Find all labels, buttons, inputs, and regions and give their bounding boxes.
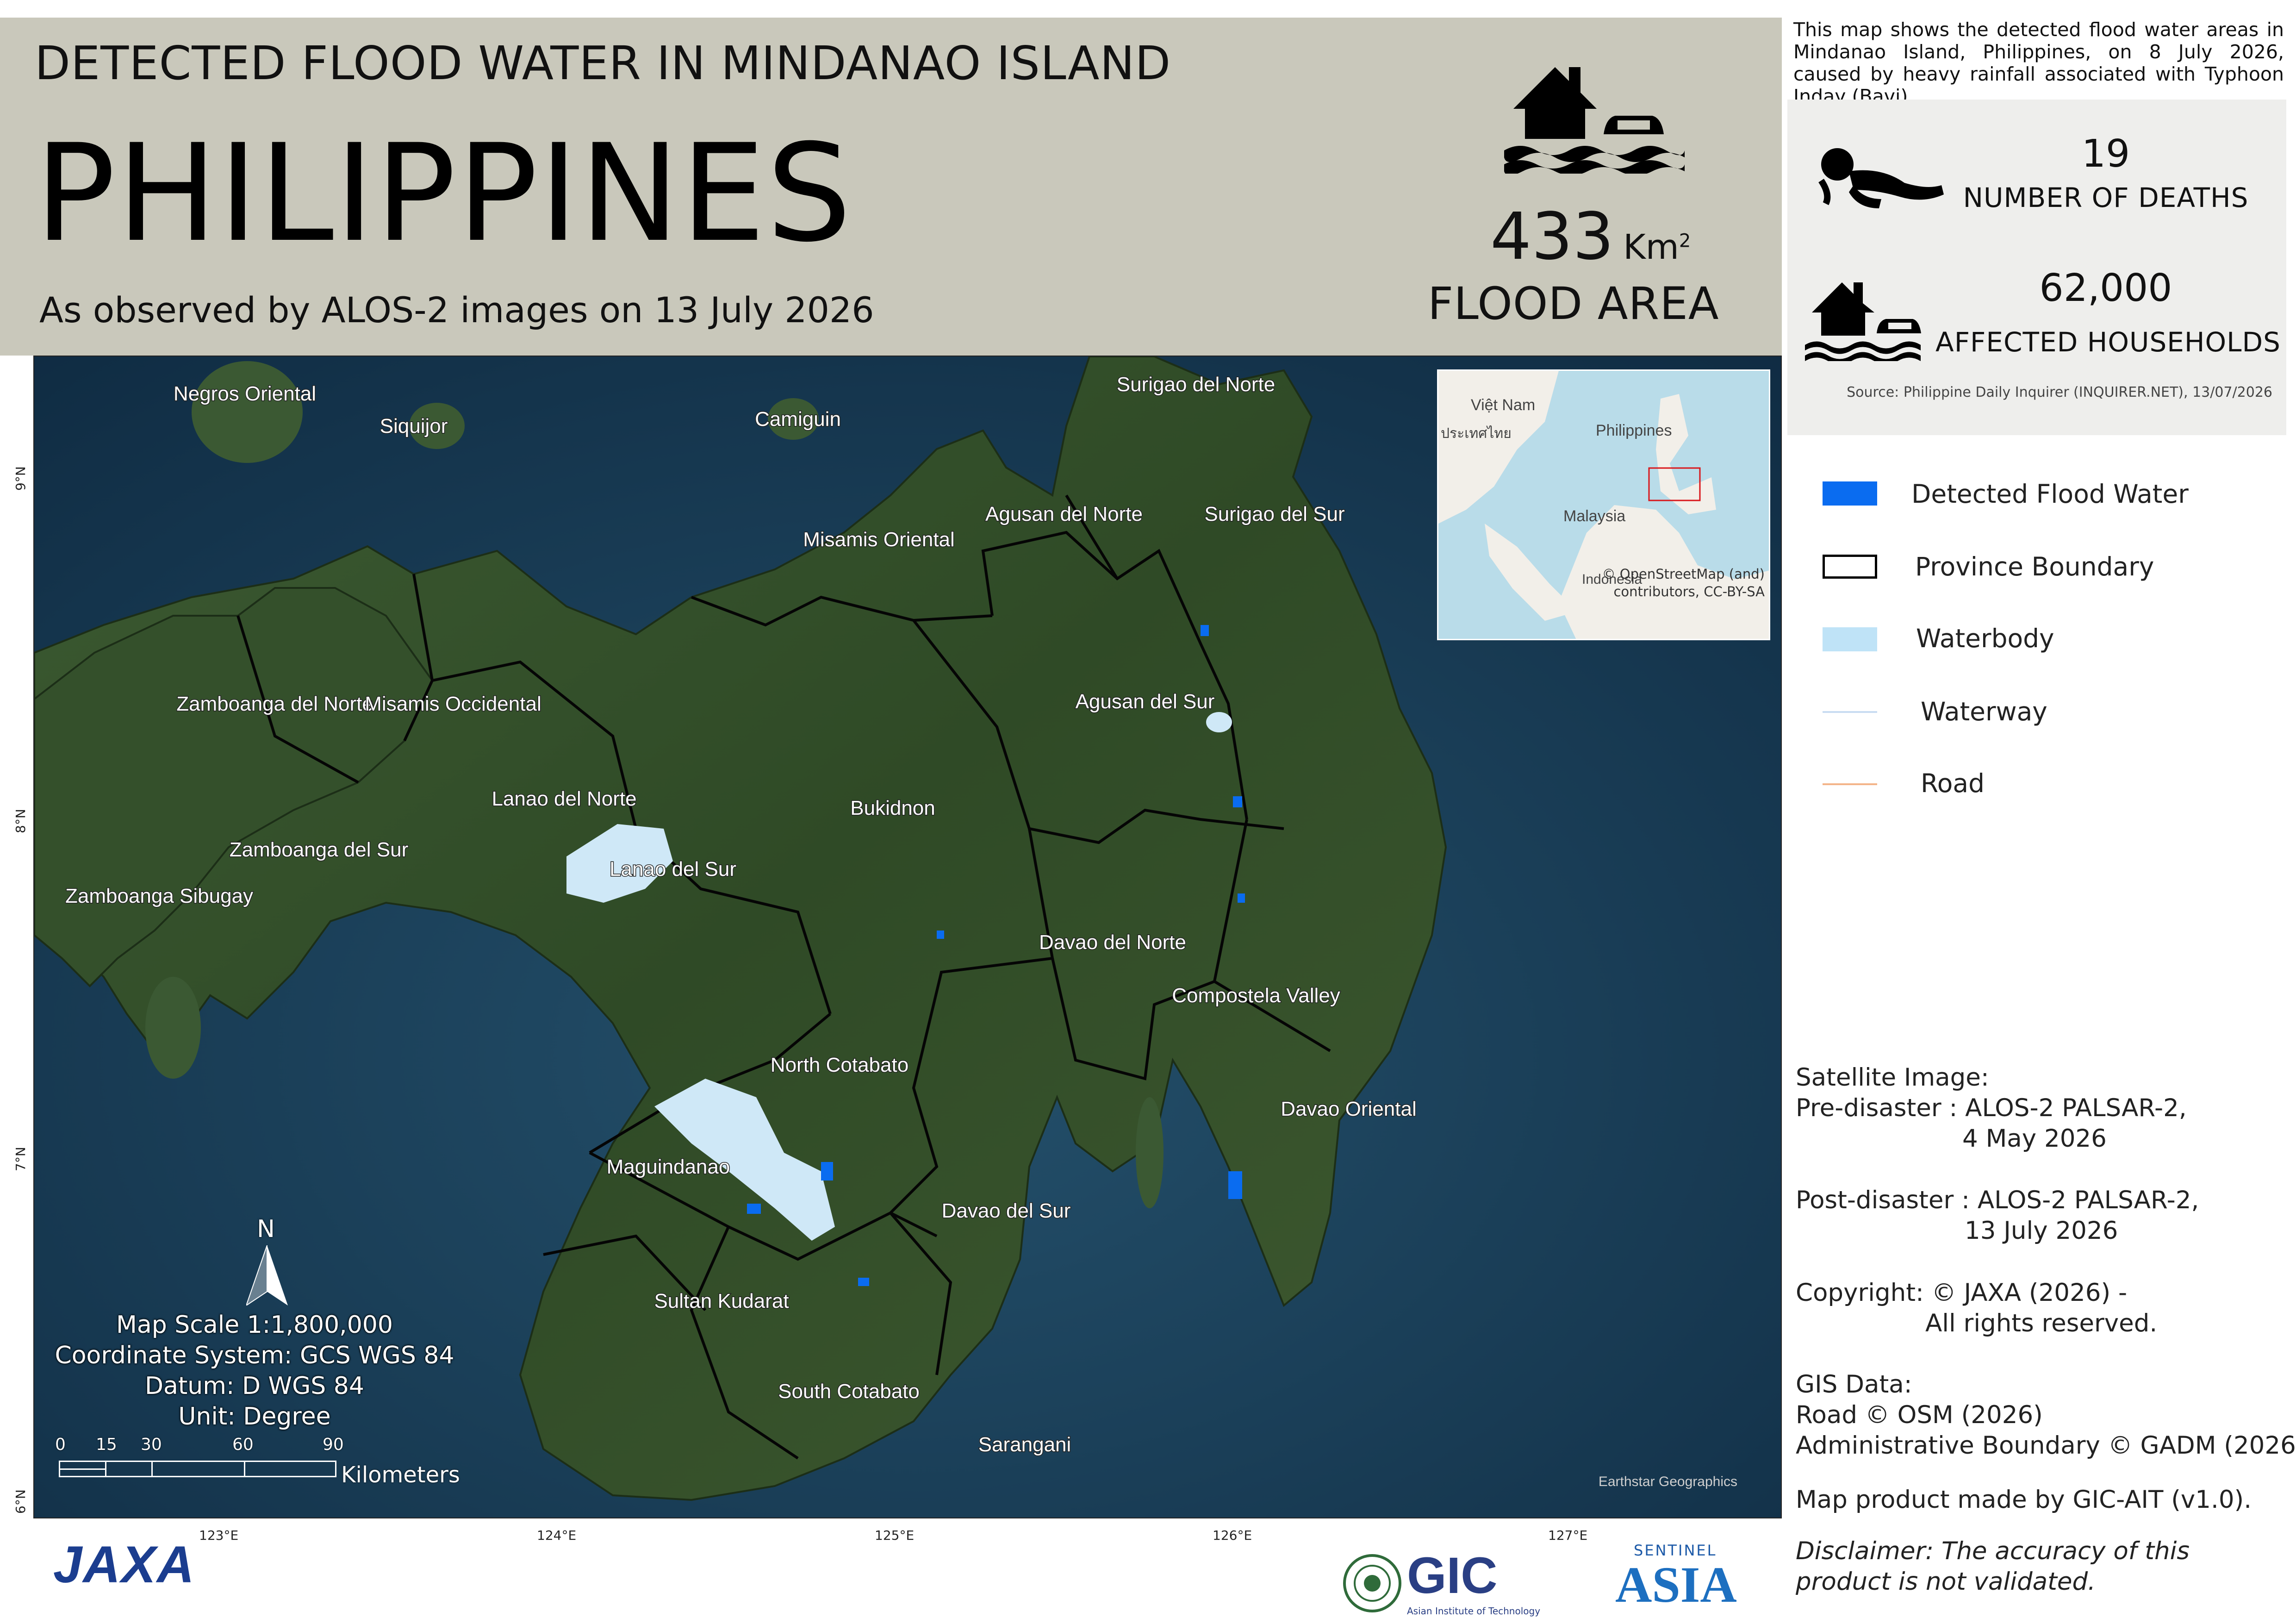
label-lanao-del-sur: Lanao del Sur bbox=[610, 858, 736, 881]
label-sarangani: Sarangani bbox=[978, 1433, 1071, 1456]
negros-island bbox=[192, 361, 303, 463]
label-north-cotabato: North Cotabato bbox=[771, 1054, 908, 1076]
inset-label-malaysia: Malaysia bbox=[1563, 507, 1625, 525]
affected-household-icon bbox=[1805, 282, 1921, 361]
lon-label-125: 125°E bbox=[875, 1528, 915, 1543]
lat-label-8: 8°N bbox=[13, 809, 28, 833]
sentinel-asia-logo: ASIA bbox=[1615, 1556, 1737, 1613]
label-south-cotabato: South Cotabato bbox=[778, 1380, 920, 1403]
scalebar-tick-90: 90 bbox=[323, 1435, 344, 1454]
ait-seal-icon bbox=[1343, 1554, 1401, 1612]
legend-waterway-line bbox=[1823, 711, 1877, 713]
legend-waterway-label: Waterway bbox=[1921, 697, 2047, 726]
legend-flood-label: Detected Flood Water bbox=[1911, 479, 2189, 509]
label-lanao-del-norte: Lanao del Norte bbox=[492, 787, 636, 810]
olutanga-island bbox=[145, 977, 201, 1079]
lon-label-123: 123°E bbox=[199, 1528, 239, 1543]
scalebar-tick-30: 30 bbox=[141, 1435, 162, 1454]
map-subtitle: DETECTED FLOOD WATER IN MINDANAO ISLAND bbox=[35, 36, 1171, 90]
gis-road-credit: Road © OSM (2026) bbox=[1796, 1401, 2043, 1429]
legend-province-label: Province Boundary bbox=[1915, 552, 2154, 581]
unit: Unit: Degree bbox=[178, 1403, 331, 1430]
scalebar-tick-15: 15 bbox=[96, 1435, 117, 1454]
label-davao-del-norte: Davao del Norte bbox=[1039, 931, 1186, 954]
label-agusan-del-sur: Agusan del Sur bbox=[1076, 690, 1215, 713]
inset-credit: © OpenStreetMap (and) contributors, CC-B… bbox=[1602, 566, 1765, 600]
scalebar-tick-0: 0 bbox=[55, 1435, 66, 1454]
north-label: N bbox=[257, 1215, 275, 1243]
basemap-credit: Earthstar Geographics bbox=[1599, 1474, 1737, 1489]
map-product-credit: Map product made by GIC-AIT (v1.0). bbox=[1796, 1486, 2252, 1514]
label-surigao-del-norte: Surigao del Norte bbox=[1117, 373, 1275, 396]
copyright-line-2: All rights reserved. bbox=[1925, 1309, 2158, 1337]
label-surigao-del-sur: Surigao del Sur bbox=[1204, 503, 1344, 525]
households-value: 62,000 bbox=[2039, 266, 2172, 310]
flood-area-label: FLOOD AREA bbox=[1428, 278, 1719, 330]
satellite-title: Satellite Image: bbox=[1796, 1063, 1989, 1092]
lake-agusan bbox=[1206, 712, 1232, 732]
label-compostela-valley: Compostela Valley bbox=[1172, 984, 1340, 1007]
lon-label-127: 127°E bbox=[1548, 1528, 1588, 1543]
stats-source: Source: Philippine Daily Inquirer (INQUI… bbox=[1847, 384, 2272, 400]
gis-admin-credit: Administrative Boundary © GADM (2026) bbox=[1796, 1431, 2296, 1460]
label-zamboanga-del-sur: Zamboanga del Sur bbox=[230, 838, 408, 861]
lat-label-9: 9°N bbox=[13, 466, 28, 491]
lon-label-124: 124°E bbox=[537, 1528, 577, 1543]
disclaimer: Disclaimer: The accuracy of this product… bbox=[1796, 1537, 2190, 1596]
inset-label-thailand: ประเทศไทย bbox=[1441, 425, 1512, 442]
label-maguindanao: Maguindanao bbox=[607, 1156, 730, 1178]
map-scale: Map Scale 1:1,800,000 bbox=[116, 1311, 393, 1339]
gic-logo: GIC bbox=[1407, 1547, 1498, 1604]
map-description: This map shows the detected flood water … bbox=[1793, 19, 2284, 107]
label-agusan-del-norte: Agusan del Norte bbox=[985, 503, 1143, 525]
inset-locator-map[interactable]: Việt Nam Philippines Malaysia Indonesia … bbox=[1437, 369, 1770, 640]
label-misamis-oriental: Misamis Oriental bbox=[803, 528, 955, 551]
label-davao-del-sur: Davao del Sur bbox=[942, 1199, 1071, 1222]
inset-label-vietnam: Việt Nam bbox=[1471, 396, 1535, 414]
inset-label-philippines: Philippines bbox=[1596, 422, 1672, 439]
legend-road-label: Road bbox=[1921, 768, 1985, 798]
flooded-house-icon bbox=[1504, 67, 1685, 174]
deaths-label: NUMBER OF DEATHS bbox=[1963, 182, 2249, 213]
legend-flood-swatch bbox=[1823, 481, 1877, 506]
datum: Datum: D WGS 84 bbox=[145, 1372, 364, 1400]
pre-disaster-label: Pre-disaster : ALOS-2 PALSAR-2, bbox=[1796, 1094, 2187, 1122]
post-disaster-date: 13 July 2026 bbox=[1965, 1217, 2118, 1245]
scalebar-bar bbox=[59, 1461, 336, 1477]
lat-label-7: 7°N bbox=[13, 1147, 28, 1171]
label-camiguin: Camiguin bbox=[755, 408, 841, 431]
label-misamis-occidental: Misamis Occidental bbox=[365, 693, 541, 715]
households-label: AFFECTED HOUSEHOLDS bbox=[1935, 326, 2281, 358]
label-sultan-kudarat: Sultan Kudarat bbox=[654, 1290, 789, 1312]
observation-note: As observed by ALOS-2 images on 13 July … bbox=[39, 289, 874, 331]
label-negros-oriental: Negros Oriental bbox=[174, 382, 316, 405]
lat-label-6: 6°N bbox=[13, 1489, 28, 1514]
scalebar-tick-60: 60 bbox=[232, 1435, 254, 1454]
gic-logo-subtitle: Asian Institute of Technology bbox=[1407, 1605, 1541, 1617]
deaths-value: 19 bbox=[2081, 132, 2130, 176]
label-zamboanga-sibugay: Zamboanga Sibugay bbox=[65, 885, 253, 907]
drowning-person-icon bbox=[1818, 148, 1944, 208]
label-davao-oriental: Davao Oriental bbox=[1281, 1098, 1416, 1120]
label-zamboanga-del-norte: Zamboanga del Norte bbox=[176, 693, 373, 715]
flood-area-value: 433 Km2 bbox=[1490, 199, 1691, 275]
legend-road-line bbox=[1823, 783, 1877, 785]
gis-data-title: GIS Data: bbox=[1796, 1370, 1912, 1399]
label-bukidnon: Bukidnon bbox=[850, 797, 935, 819]
coordinate-system: Coordinate System: GCS WGS 84 bbox=[55, 1342, 454, 1369]
jaxa-logo: JAXA bbox=[53, 1536, 195, 1593]
pre-disaster-date: 4 May 2026 bbox=[1962, 1124, 2107, 1153]
label-siquijor: Siquijor bbox=[380, 415, 448, 437]
map-title: PHILIPPINES bbox=[35, 116, 853, 272]
north-arrow-icon bbox=[246, 1245, 288, 1305]
samal-island bbox=[1136, 1097, 1164, 1208]
legend-waterbody-swatch bbox=[1823, 627, 1877, 651]
post-disaster-label: Post-disaster : ALOS-2 PALSAR-2, bbox=[1796, 1186, 2199, 1214]
legend-province-swatch bbox=[1823, 555, 1877, 579]
copyright-line-1: Copyright: © JAXA (2026) - bbox=[1796, 1279, 2128, 1307]
lon-label-126: 126°E bbox=[1213, 1528, 1252, 1543]
scalebar-unit: Kilometers bbox=[341, 1462, 460, 1488]
legend-waterbody-label: Waterbody bbox=[1916, 624, 2054, 653]
